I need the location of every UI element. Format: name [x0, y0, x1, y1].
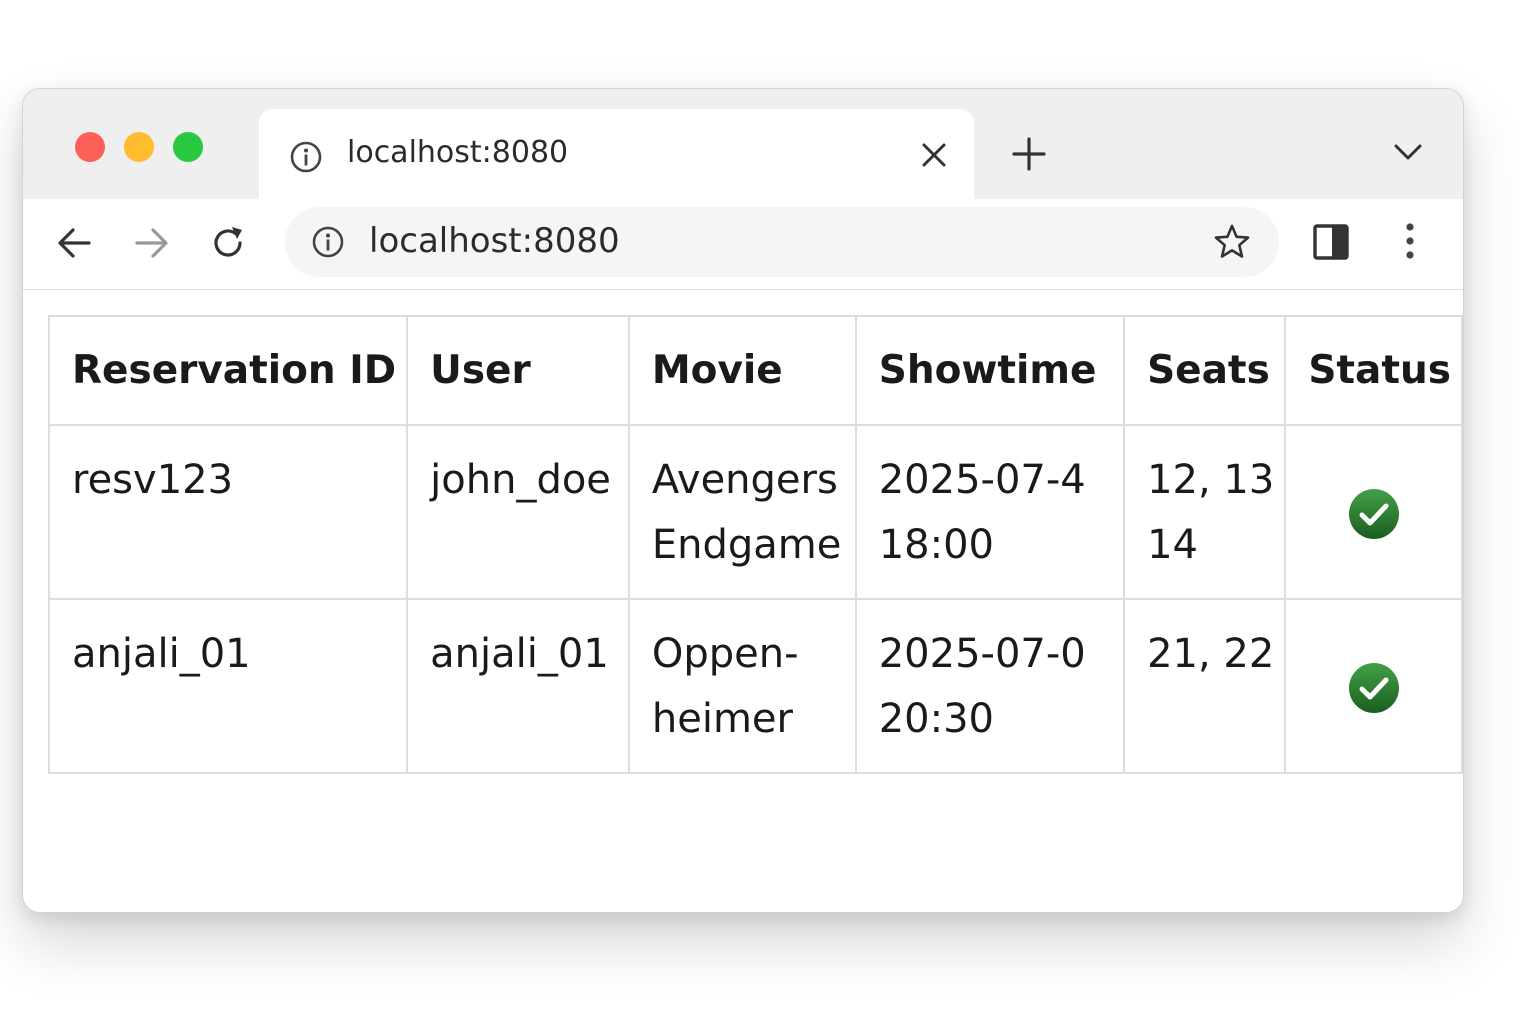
- reservations-table: Reservation ID User Movie Showtime Seats…: [47, 315, 1463, 774]
- browser-window: localhost:8080 localhost:8080 Reservatio…: [22, 88, 1464, 913]
- maximize-window-button[interactable]: [173, 132, 203, 162]
- close-icon[interactable]: [919, 140, 949, 170]
- movie-cell: Avengers Endgame: [627, 424, 857, 600]
- movie-cell: Oppen- heimer: [627, 598, 857, 774]
- table-row: resv123 john_doe Avengers Endgame 2025-0…: [47, 424, 1463, 600]
- user-cell: john_doe: [406, 424, 630, 600]
- seats-cell: 12, 13 14: [1123, 424, 1287, 600]
- arrow-left-icon[interactable]: [53, 221, 97, 265]
- seats-cell: 21, 22: [1123, 598, 1287, 774]
- check-icon: [1348, 488, 1399, 539]
- url-text[interactable]: localhost:8080: [369, 221, 620, 261]
- user-cell: anjali_01: [406, 598, 630, 774]
- star-icon[interactable]: [1213, 223, 1251, 261]
- browser-toolbar: localhost:8080: [23, 199, 1463, 290]
- header-showtime: Showtime: [854, 315, 1126, 426]
- showtime-cell: 2025-07-0 20:30: [854, 598, 1126, 774]
- minimize-window-button[interactable]: [124, 132, 154, 162]
- info-icon[interactable]: [311, 225, 345, 259]
- info-icon: [290, 141, 322, 173]
- header-status: Status: [1284, 315, 1463, 426]
- header-user: User: [406, 315, 630, 426]
- page-content: Reservation ID User Movie Showtime Seats…: [23, 290, 1463, 912]
- tab-localhost[interactable]: localhost:8080: [259, 109, 974, 201]
- plus-icon[interactable]: [1011, 136, 1047, 172]
- reservation-id-cell: resv123: [47, 424, 409, 600]
- close-window-button[interactable]: [75, 132, 105, 162]
- table-row: anjali_01 anjali_01 Oppen- heimer 2025-0…: [47, 598, 1463, 774]
- tab-title: localhost:8080: [347, 135, 569, 170]
- tab-bar: localhost:8080: [23, 89, 1463, 201]
- chevron-down-icon[interactable]: [1393, 141, 1423, 163]
- kebab-menu-icon[interactable]: [1397, 219, 1423, 263]
- arrow-right-icon[interactable]: [129, 221, 173, 265]
- check-icon: [1348, 662, 1399, 713]
- header-movie: Movie: [627, 315, 857, 426]
- status-cell: [1284, 598, 1463, 774]
- reload-icon[interactable]: [206, 221, 250, 265]
- showtime-cell: 2025-07-4 18:00: [854, 424, 1126, 600]
- reservation-id-cell: anjali_01: [47, 598, 409, 774]
- table-header-row: Reservation ID User Movie Showtime Seats…: [47, 315, 1463, 426]
- status-cell: [1284, 424, 1463, 600]
- header-reservation-id: Reservation ID: [47, 315, 409, 426]
- address-bar[interactable]: localhost:8080: [285, 207, 1279, 277]
- header-seats: Seats: [1123, 315, 1287, 426]
- side-panel-icon[interactable]: [1311, 222, 1351, 262]
